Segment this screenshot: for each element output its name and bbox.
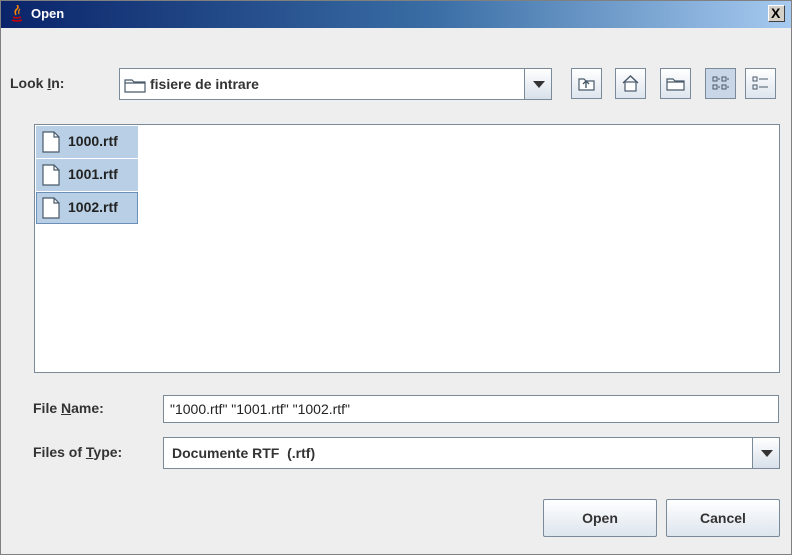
file-name: 1002.rtf <box>68 199 118 215</box>
folder-icon <box>124 79 146 93</box>
open-button[interactable]: Open <box>543 499 657 537</box>
files-of-type-combo[interactable]: Documente RTF (.rtf) <box>163 437 780 469</box>
close-button[interactable]: X <box>768 5 785 22</box>
list-item[interactable]: 1000.rtf <box>36 126 138 158</box>
up-one-level-icon <box>578 78 595 91</box>
cancel-button[interactable]: Cancel <box>666 499 780 537</box>
look-in-label: Look In: <box>10 75 65 91</box>
document-icon <box>42 164 60 186</box>
details-view-icon <box>752 76 768 90</box>
chevron-down-icon[interactable] <box>524 69 551 99</box>
home-button[interactable] <box>615 68 646 99</box>
file-list[interactable]: 1000.rtf 1001.rtf 1002.rtf <box>34 124 780 373</box>
chevron-down-icon[interactable] <box>752 438 779 468</box>
file-name-field[interactable] <box>163 395 779 423</box>
java-icon <box>11 5 23 22</box>
home-icon <box>622 75 639 92</box>
file-name-input[interactable] <box>164 396 778 422</box>
title-bar[interactable]: Open X <box>1 1 791 28</box>
details-view-button[interactable] <box>745 68 776 99</box>
look-in-value: fisiere de intrare <box>150 76 259 92</box>
new-folder-icon <box>666 78 685 91</box>
dialog-title: Open <box>31 6 65 21</box>
up-one-level-button[interactable] <box>571 68 602 99</box>
document-icon <box>42 131 60 153</box>
open-dialog: Open X Look In: fisiere de intrare 1000.… <box>0 0 792 555</box>
files-of-type-label: Files of Type: <box>33 444 123 460</box>
file-name: 1001.rtf <box>68 166 118 182</box>
files-of-type-value: Documente RTF (.rtf) <box>172 445 316 461</box>
document-icon <box>42 197 60 219</box>
list-item[interactable]: 1001.rtf <box>36 159 138 191</box>
list-view-icon <box>712 76 729 90</box>
list-view-button[interactable] <box>705 68 736 99</box>
close-icon: X <box>771 5 781 21</box>
file-name: 1000.rtf <box>68 133 118 149</box>
file-name-label: File Name: <box>33 400 104 416</box>
new-folder-button[interactable] <box>660 68 691 99</box>
list-item[interactable]: 1002.rtf <box>36 192 138 224</box>
look-in-combo[interactable]: fisiere de intrare <box>119 68 552 100</box>
